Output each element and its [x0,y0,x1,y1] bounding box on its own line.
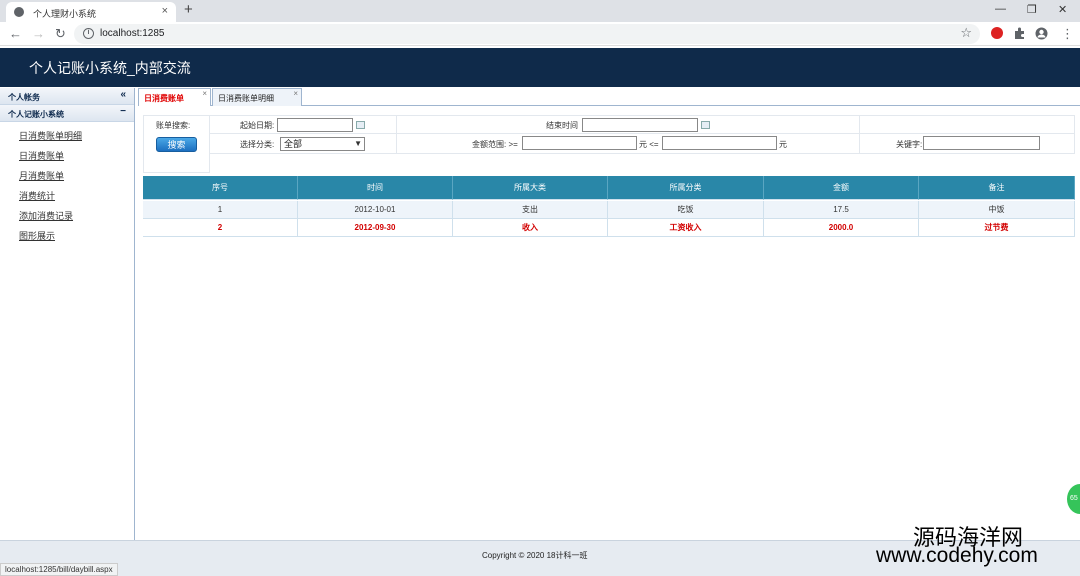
url-text: localhost:1285 [100,28,165,39]
browser-tab-bar: 个人理财小系统 × + — ❐ ✕ [0,0,1080,22]
keyword-input[interactable] [923,136,1040,150]
table-cell: 17.5 [764,201,919,219]
page-tab-strip: 日消费账单 × 日消费账单明细 × [138,88,1080,106]
sidebar: 个人帐务 « 个人记账小系统 − 日消费账单明细 日消费账单 月消费账单 消费统… [0,88,135,540]
collapse-sidebar-icon[interactable]: « [120,89,126,100]
url-input[interactable]: i localhost:1285 ☆ [74,24,980,44]
table-cell: 1 [143,201,298,219]
reload-button[interactable]: ↻ [55,26,66,42]
amount-min-input[interactable] [522,136,637,150]
table-row[interactable]: 1 2012-10-01 支出 吃饭 17.5 中饭 [143,201,1075,219]
status-url-bar: localhost:1285/bill/daybill.aspx [0,563,118,576]
category-label: 选择分类: [240,140,275,149]
column-header: 时间 [298,176,453,200]
maximize-button[interactable]: ❐ [1027,3,1037,16]
table-row[interactable]: 2 2012-09-30 收入 工资收入 2000.0 过节费 [143,219,1075,237]
globe-icon [14,7,24,17]
sidebar-section-label: 个人记账小系统 [8,110,64,119]
table-cell: 支出 [453,201,608,219]
close-window-button[interactable]: ✕ [1058,3,1067,16]
browser-tab[interactable]: 个人理财小系统 × [6,2,176,22]
amount-max-input[interactable] [662,136,777,150]
app-title: 个人记账小系统_内部交流 [29,60,191,76]
profile-avatar-icon[interactable] [1035,27,1048,40]
collapse-section-icon[interactable]: − [120,106,126,117]
table-cell: 吃饭 [608,201,764,219]
copyright-text: Copyright © 2020 18计科一班 [482,551,588,560]
column-header: 所属分类 [608,176,764,200]
address-bar-row: ← → ↻ i localhost:1285 ☆ ⋮ [0,22,1080,46]
sidebar-item-daily-bill[interactable]: 日消费账单 [19,149,64,162]
table-cell: 2000.0 [764,219,919,237]
keyword-label: 关键字: [896,140,923,149]
start-date-input[interactable] [277,118,353,132]
tab-label: 日消费账单 [144,94,184,103]
tab-daily-bill[interactable]: 日消费账单 × [138,88,211,106]
tab-label: 日消费账单明细 [218,94,274,103]
amount-range-label: 金额范围: >= [472,140,518,149]
sidebar-item-statistics[interactable]: 消费统计 [19,189,55,202]
floating-badge[interactable]: 65 [1067,484,1080,514]
column-header: 所属大类 [453,176,608,200]
search-panel: 账单搜索: 搜索 起始日期: 结束时间 选择分类: 全部 ▼ 金额范围: >= … [143,115,1075,173]
column-header: 金额 [764,176,919,200]
puzzle-extension-icon[interactable] [1013,27,1026,40]
browser-tab-title: 个人理财小系统 [33,9,97,19]
sidebar-section-label: 个人帐务 [8,93,40,102]
tab-daily-detail[interactable]: 日消费账单明细 × [212,88,302,106]
calendar-icon[interactable] [701,121,710,129]
table-cell: 2012-10-01 [298,201,453,219]
watermark-url: www.codehy.com [876,544,1038,567]
table-cell: 工资收入 [608,219,764,237]
sidebar-item-monthly-bill[interactable]: 月消费账单 [19,169,64,182]
close-tab-icon[interactable]: × [162,5,168,17]
sidebar-item-daily-detail[interactable]: 日消费账单明细 [19,129,82,142]
info-icon[interactable]: i [83,28,94,39]
table-cell: 中饭 [919,201,1075,219]
chevron-down-icon: ▼ [354,139,362,148]
table-cell: 2 [143,219,298,237]
table-cell: 2012-09-30 [298,219,453,237]
table-cell: 收入 [453,219,608,237]
search-title: 账单搜索: [156,121,191,130]
forward-button[interactable]: → [32,26,45,41]
start-date-label: 起始日期: [240,121,275,130]
table-header-row: 序号 时间 所属大类 所属分类 金额 备注 [143,176,1075,200]
amount-unit-label: 元 [779,140,787,149]
column-header: 序号 [143,176,298,200]
minimize-button[interactable]: — [995,3,1006,15]
close-tab-icon[interactable]: × [202,89,207,98]
sidebar-section-system[interactable]: 个人记账小系统 − [0,105,134,122]
amount-unit-label: 元 <= [639,140,659,149]
column-header: 备注 [919,176,1075,200]
sidebar-section-personal[interactable]: 个人帐务 « [0,88,134,105]
end-date-label: 结束时间 [546,121,578,130]
new-tab-button[interactable]: + [184,1,193,18]
adblock-extension-icon[interactable] [991,27,1003,39]
browser-menu-icon[interactable]: ⋮ [1061,26,1074,42]
sidebar-item-add-record[interactable]: 添加消费记录 [19,209,73,222]
app-header: 个人记账小系统_内部交流 [0,48,1080,87]
category-value: 全部 [284,139,303,149]
category-select[interactable]: 全部 ▼ [280,137,365,151]
calendar-icon[interactable] [356,121,365,129]
table-cell: 过节费 [919,219,1075,237]
back-button[interactable]: ← [9,26,22,41]
sidebar-item-chart[interactable]: 图形展示 [19,229,55,242]
search-button[interactable]: 搜索 [156,137,197,152]
end-date-input[interactable] [582,118,698,132]
search-cell [860,115,1075,134]
bookmark-star-icon[interactable]: ☆ [960,25,972,41]
close-tab-icon[interactable]: × [293,89,298,98]
